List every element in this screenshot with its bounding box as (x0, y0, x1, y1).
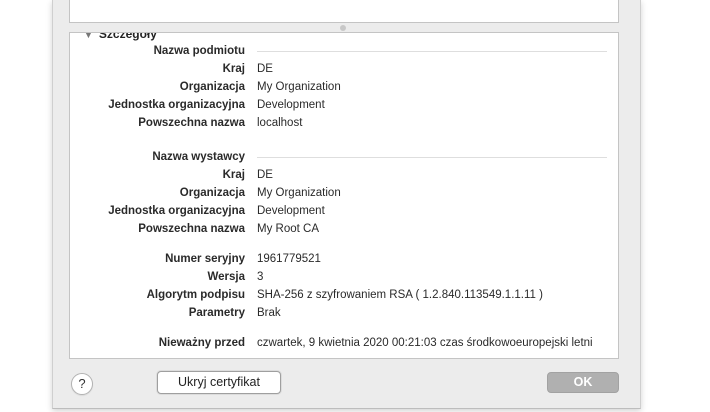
field-value: czwartek, 9 kwietnia 2020 00:21:03 czas … (257, 337, 593, 349)
field-value: My Root CA (257, 223, 319, 235)
field-value: Brak (257, 307, 281, 319)
field-row: Numer seryjny 1961779521 (70, 250, 618, 268)
section-subject-name: Nazwa podmiotu (70, 42, 618, 60)
section-divider (257, 51, 607, 52)
field-row: Kraj DE (70, 166, 618, 184)
field-row: Powszechna nazwa localhost (70, 114, 618, 132)
field-value: Development (257, 205, 325, 217)
ok-button[interactable]: OK (547, 372, 619, 393)
field-label: Organizacja (179, 187, 245, 199)
section-issuer-name: Nazwa wystawcy (70, 148, 618, 166)
field-label: Nieważny przed (158, 337, 245, 349)
field-row: Powszechna nazwa My Root CA (70, 220, 618, 238)
field-row: Kraj DE (70, 60, 618, 78)
field-row: Jednostka organizacyjna Development (70, 96, 618, 114)
section-title: Nazwa podmiotu (153, 45, 245, 57)
field-row: Algorytm podpisu SHA-256 z szyfrowaniem … (70, 286, 618, 304)
disclosure-triangle-icon[interactable]: ▼ (84, 33, 93, 40)
certificate-summary-pane (69, 0, 619, 23)
field-value: DE (257, 169, 273, 181)
field-value: My Organization (257, 81, 341, 93)
section-title: Nazwa wystawcy (152, 151, 245, 163)
field-value: DE (257, 63, 273, 75)
certificate-details-pane[interactable]: ▼ Szczegóły Nazwa podmiotu Kraj DE Organi… (69, 32, 619, 359)
field-value: My Organization (257, 187, 341, 199)
field-label: Algorytm podpisu (146, 289, 245, 301)
field-label: Numer seryjny (165, 253, 245, 265)
field-label: Powszechna nazwa (138, 117, 245, 129)
details-header-label: Szczegóły (98, 32, 157, 41)
field-label: Parametry (188, 307, 245, 319)
field-label: Kraj (222, 169, 245, 181)
field-value: localhost (257, 117, 303, 129)
field-label: Jednostka organizacyjna (108, 99, 245, 111)
field-value: Development (257, 99, 325, 111)
certificate-sheet: ▼ Szczegóły Nazwa podmiotu Kraj DE Organi… (52, 0, 641, 409)
field-row: Wersja 3 (70, 268, 618, 286)
field-row: Jednostka organizacyjna Development (70, 202, 618, 220)
section-divider (257, 157, 607, 158)
field-value: SHA-256 z szyfrowaniem RSA ( 1.2.840.113… (257, 289, 543, 301)
field-row: Organizacja My Organization (70, 184, 618, 202)
field-label: Kraj (222, 63, 245, 75)
field-row: Parametry Brak (70, 304, 618, 322)
field-row: Nieważny przed czwartek, 9 kwietnia 2020… (70, 334, 618, 352)
split-view-divider-handle[interactable] (340, 25, 346, 31)
help-button[interactable]: ? (71, 373, 93, 395)
field-label: Organizacja (179, 81, 245, 93)
field-value: 3 (257, 271, 264, 283)
field-label: Wersja (207, 271, 245, 283)
field-label: Jednostka organizacyjna (108, 205, 245, 217)
field-label: Powszechna nazwa (138, 223, 245, 235)
field-row: Organizacja My Organization (70, 78, 618, 96)
field-value: 1961779521 (257, 253, 321, 265)
hide-certificate-button[interactable]: Ukryj certyfikat (157, 371, 281, 394)
details-disclosure[interactable]: ▼ Szczegóły (84, 32, 157, 41)
